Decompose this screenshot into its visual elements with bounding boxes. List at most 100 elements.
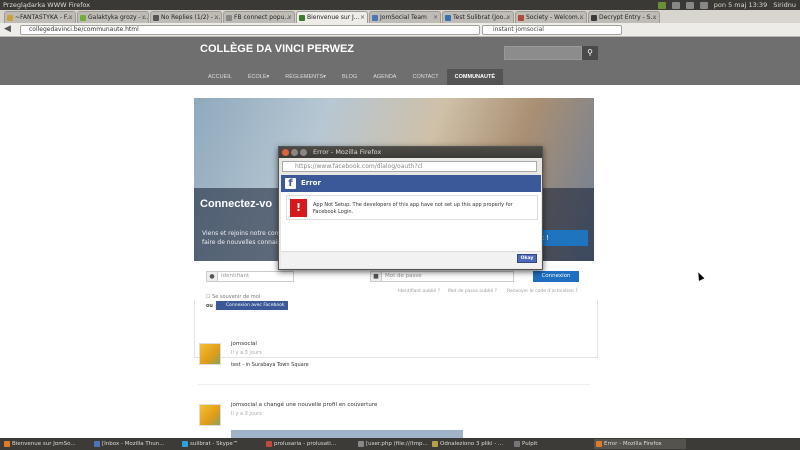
- mail-icon[interactable]: [671, 2, 680, 9]
- close-icon[interactable]: ×: [652, 12, 657, 23]
- favicon-icon: [80, 15, 86, 21]
- close-icon[interactable]: ×: [287, 12, 292, 23]
- close-icon[interactable]: ×: [141, 12, 146, 23]
- thunderbird-icon: [94, 441, 100, 447]
- post-author[interactable]: jomsocial a changé une nouvelle profil e…: [231, 402, 377, 408]
- search-icon: [432, 441, 438, 447]
- tab-7[interactable]: Society - Welcom... ×: [515, 11, 587, 23]
- password-field[interactable]: ■ Mot de passe: [370, 271, 514, 282]
- favicon-icon: [7, 15, 13, 21]
- facebook-logo-icon: f: [285, 178, 296, 189]
- favicon-icon: [153, 15, 159, 21]
- user-icon: ●: [207, 272, 218, 281]
- cover-image[interactable]: [231, 430, 463, 438]
- favicon-icon: [226, 15, 232, 21]
- close-icon[interactable]: ×: [579, 12, 584, 23]
- desktop-icon: [514, 441, 520, 447]
- main-menu: ACCUEIL ÉCOLE▾ RÈGLEMENTS▾ BLOG AGENDA C…: [200, 69, 503, 85]
- close-icon[interactable]: ×: [506, 12, 511, 23]
- facebook-dialog-body: ! App Not Setup: The developers of this …: [281, 192, 541, 268]
- site-header: COLLÈGE DA VINCI PERWEZ ⚲ ACCUEIL ÉCOLE▾…: [0, 37, 800, 85]
- post-author[interactable]: jomsocial: [231, 341, 257, 347]
- resend-activation-link[interactable]: Renvoyer le code d'activation ?: [507, 289, 578, 294]
- clock[interactable]: pon 5 maj 13:39: [714, 0, 767, 10]
- avatar[interactable]: [199, 404, 221, 426]
- taskbar-item[interactable]: sulibrat - Skype™: [180, 439, 262, 449]
- menu-item-accueil[interactable]: ACCUEIL: [200, 69, 240, 85]
- popup-title: Error - Mozilla Firefox: [313, 148, 382, 156]
- warning-icon: !: [290, 199, 307, 217]
- avatar[interactable]: [199, 343, 221, 365]
- tab-3[interactable]: FB connect popu... ×: [223, 11, 295, 23]
- search-bar[interactable]: instant jomsocial: [482, 25, 622, 35]
- taskbar-item[interactable]: Odnaleziono 3 pliki - ...: [430, 439, 510, 449]
- tab-6[interactable]: Test Sulibrat (Joo... ×: [442, 11, 514, 23]
- tab-1[interactable]: Galaktyka grozy - ... ×: [77, 11, 149, 23]
- facebook-connect-button[interactable]: Connexion avec Facebook: [216, 301, 288, 310]
- taskbar-item[interactable]: [Inbox - Mozilla Thun...: [92, 439, 178, 449]
- tab-4[interactable]: Bienvenue sur J... ×: [296, 11, 368, 23]
- username-field[interactable]: ● Identifiant: [206, 271, 294, 282]
- menu-item-reglements[interactable]: RÈGLEMENTS▾: [277, 69, 334, 85]
- close-icon[interactable]: ×: [68, 12, 73, 23]
- tab-5[interactable]: JomSocial Team ×: [369, 11, 441, 23]
- user-menu[interactable]: Siridnu: [773, 0, 796, 10]
- facebook-dialog-title: Error: [301, 179, 321, 187]
- favicon-icon: [591, 15, 597, 21]
- app-icon: [266, 441, 272, 447]
- or-label: ou: [206, 303, 213, 309]
- taskbar-item-active[interactable]: Error - Mozilla Firefox: [594, 439, 686, 449]
- taskbar-item[interactable]: Pulpit: [512, 439, 592, 449]
- menu-item-agenda[interactable]: AGENDA: [365, 69, 404, 85]
- tray-icon[interactable]: [657, 2, 666, 9]
- connect-button[interactable]: Connexion: [533, 271, 579, 282]
- popup-titlebar: Error - Mozilla Firefox: [279, 147, 542, 158]
- menu-item-communaute[interactable]: COMMUNAUTÉ: [446, 69, 503, 85]
- close-icon[interactable]: ×: [214, 12, 219, 23]
- volume-icon[interactable]: [699, 2, 708, 9]
- hero-title: Connectez-vo: [200, 198, 273, 210]
- okay-button[interactable]: Okay: [517, 254, 537, 263]
- navigation-toolbar: ◀ collegedavinci.be/communaute.html inst…: [0, 23, 800, 37]
- favicon-icon: [299, 15, 305, 21]
- editor-icon: [358, 441, 364, 447]
- forgot-password-link[interactable]: Mot de passe oublié ?: [448, 289, 497, 294]
- tab-0[interactable]: ~FANTASTYKA - F... ×: [4, 11, 76, 23]
- site-title[interactable]: COLLÈGE DA VINCI PERWEZ: [200, 43, 354, 55]
- search-icon[interactable]: ⚲: [582, 46, 598, 60]
- favicon-icon: [372, 15, 378, 21]
- menu-item-ecole[interactable]: ÉCOLE▾: [240, 69, 277, 85]
- popup-url-bar[interactable]: https://www.facebook.com/dialog/oauth?cl: [282, 161, 537, 172]
- firefox-icon: [4, 441, 10, 447]
- minimize-icon[interactable]: [291, 149, 298, 156]
- close-icon[interactable]: ×: [433, 12, 438, 23]
- error-message: App Not Setup: The developers of this ap…: [313, 202, 513, 215]
- close-icon[interactable]: ×: [360, 12, 365, 23]
- tab-8[interactable]: Decrypt Entry - S... ×: [588, 11, 660, 23]
- menu-item-contact[interactable]: CONTACT: [404, 69, 446, 85]
- site-search-input[interactable]: [504, 46, 582, 60]
- favicon-icon: [445, 15, 451, 21]
- url-bar[interactable]: collegedavinci.be/communaute.html: [20, 25, 480, 35]
- tab-2[interactable]: No Replies (1/2) - ... ×: [150, 11, 222, 23]
- favicon-icon: [518, 15, 524, 21]
- post-time: Il y a 3 jours: [231, 350, 262, 356]
- taskbar-item[interactable]: prolusaria - prolusati...: [264, 439, 354, 449]
- firefox-icon: [596, 441, 602, 447]
- os-taskbar: Bienvenue sur JomSo... [Inbox - Mozilla …: [0, 438, 800, 450]
- error-box: ! App Not Setup: The developers of this …: [286, 195, 538, 220]
- os-top-panel: Przeglądarka WWW Firefox pon 5 maj 13:39…: [0, 0, 800, 10]
- taskbar-item[interactable]: Bienvenue sur JomSo...: [2, 439, 90, 449]
- taskbar-item[interactable]: [user.php (file:///tmp...: [356, 439, 428, 449]
- post-text: test - in Surabaya Town Square: [231, 362, 309, 368]
- network-icon[interactable]: [685, 2, 694, 9]
- lock-icon: ■: [371, 272, 382, 281]
- maximize-icon[interactable]: [300, 149, 307, 156]
- skype-icon: [182, 441, 188, 447]
- close-icon[interactable]: [282, 149, 289, 156]
- back-icon[interactable]: ◀: [4, 24, 11, 34]
- forgot-username-link[interactable]: Identifiant oublié ?: [398, 289, 440, 294]
- os-window-title: Przeglądarka WWW Firefox: [3, 1, 91, 9]
- menu-item-blog[interactable]: BLOG: [334, 69, 365, 85]
- remember-me-checkbox[interactable]: ☐ Se souvenir de moi: [206, 294, 260, 300]
